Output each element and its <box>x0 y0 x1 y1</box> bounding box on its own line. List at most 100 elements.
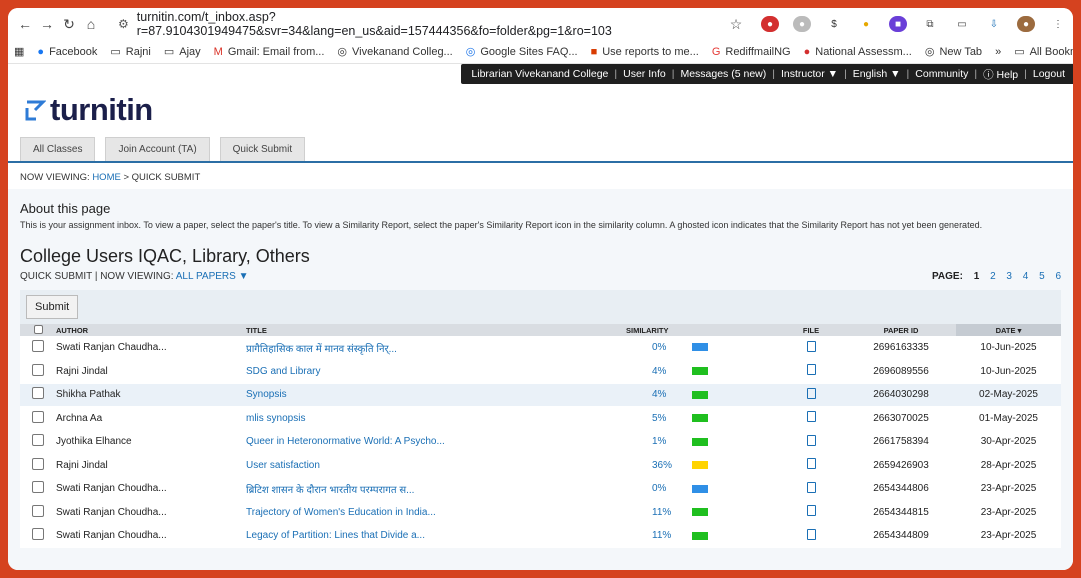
page-link-4[interactable]: 4 <box>1023 271 1029 282</box>
file-icon[interactable] <box>806 434 816 446</box>
similarity-bar[interactable] <box>692 531 708 540</box>
back-icon[interactable]: ← <box>14 16 36 32</box>
bookmark-rajni[interactable]: ▭ Rajni <box>110 45 150 59</box>
col-file[interactable]: FILE <box>776 324 846 336</box>
page-link-3[interactable]: 3 <box>1006 271 1012 282</box>
menu-icon[interactable]: ⋮ <box>1049 16 1067 32</box>
page-link-6[interactable]: 6 <box>1055 271 1061 282</box>
paper-title-link[interactable]: Queer in Heteronormative World: A Psycho… <box>246 436 445 447</box>
bookmark-office[interactable]: ■ Use reports to me... <box>591 46 699 58</box>
bookmark-star-icon[interactable]: ☆ <box>725 16 747 33</box>
similarity-bar[interactable] <box>692 343 708 352</box>
similarity-link[interactable]: 4% <box>652 389 692 400</box>
paper-title-link[interactable]: SDG and Library <box>246 366 320 377</box>
similarity-bar[interactable] <box>692 437 708 446</box>
reload-icon[interactable]: ↻ <box>58 16 80 33</box>
adblock-icon[interactable]: ● <box>761 16 779 32</box>
page-link-2[interactable]: 2 <box>990 271 996 282</box>
row-checkbox[interactable] <box>32 363 44 376</box>
url-field[interactable]: ⚙ turnitin.com/t_inbox.asp?r=87.91043019… <box>118 10 725 38</box>
bookmarks-overflow-icon[interactable]: » <box>995 46 1001 58</box>
all-papers-menu[interactable]: ALL PAPERS ▼ <box>176 271 249 282</box>
paper-title-link[interactable]: ब्रिटिश शासन के दौरान भारतीय परम्परागत स… <box>246 485 414 496</box>
logout-link[interactable]: Logout <box>1033 68 1065 80</box>
bookmark-vivekanand[interactable]: ◎ Vivekanand Colleg... <box>337 45 452 59</box>
paper-title-link[interactable]: Synopsis <box>246 389 287 400</box>
tab-quick-submit[interactable]: Quick Submit <box>219 137 306 161</box>
file-icon[interactable] <box>806 458 816 470</box>
col-author[interactable]: AUTHOR <box>56 324 246 336</box>
bookmark-gmail[interactable]: M Gmail: Email from... <box>214 46 325 58</box>
bulb-icon[interactable]: ● <box>857 16 875 32</box>
bookmark-google-sites[interactable]: ◎ Google Sites FAQ... <box>466 45 578 59</box>
extension-icon[interactable]: ● <box>793 16 811 32</box>
profile-avatar[interactable]: ● <box>1017 16 1035 32</box>
home-icon[interactable]: ⌂ <box>80 16 102 32</box>
similarity-link[interactable]: 0% <box>652 342 692 353</box>
user-info-link[interactable]: User Info <box>623 68 666 80</box>
download-icon[interactable]: ⇩ <box>985 16 1003 32</box>
similarity-link[interactable]: 1% <box>652 436 692 447</box>
similarity-link[interactable]: 0% <box>652 483 692 494</box>
row-checkbox[interactable] <box>32 481 44 494</box>
row-checkbox[interactable] <box>32 340 44 352</box>
col-paper-id[interactable]: PAPER ID <box>846 324 956 336</box>
row-checkbox[interactable] <box>32 528 44 541</box>
extension2-icon[interactable]: $ <box>825 16 843 32</box>
forward-icon[interactable]: → <box>36 16 58 32</box>
messages-link[interactable]: Messages (5 new) <box>680 68 766 80</box>
tab-all-classes[interactable]: All Classes <box>20 137 96 161</box>
col-date[interactable]: DATE ▾ <box>956 324 1061 336</box>
file-icon[interactable] <box>806 340 816 352</box>
file-icon[interactable] <box>806 387 816 399</box>
bookmark-new-tab[interactable]: ◎ New Tab <box>925 45 982 59</box>
page-link-5[interactable]: 5 <box>1039 271 1045 282</box>
file-icon[interactable] <box>806 528 816 540</box>
breadcrumb-home-link[interactable]: HOME <box>92 172 121 183</box>
similarity-link[interactable]: 5% <box>652 413 692 424</box>
file-icon[interactable] <box>806 505 816 517</box>
similarity-link[interactable]: 36% <box>652 460 692 471</box>
paper-title-link[interactable]: Trajectory of Women's Education in India… <box>246 507 436 518</box>
similarity-bar[interactable] <box>692 508 708 517</box>
bookmark-naac[interactable]: ● National Assessm... <box>804 46 912 58</box>
paper-title-link[interactable]: Legacy of Partition: Lines that Divide a… <box>246 530 425 541</box>
row-checkbox[interactable] <box>32 410 44 423</box>
file-icon[interactable] <box>806 364 816 376</box>
puzzle-icon[interactable]: ⧉ <box>921 16 939 32</box>
apps-icon[interactable]: ▦ <box>14 45 24 58</box>
help-link[interactable]: ⓘ Help <box>983 67 1018 82</box>
bookmark-facebook[interactable]: ● Facebook <box>37 46 97 58</box>
submit-button[interactable]: Submit <box>26 295 79 319</box>
paper-title-link[interactable]: User satisfaction <box>246 460 320 471</box>
turnitin-logo[interactable]: turnitin <box>8 84 1073 136</box>
site-settings-icon[interactable]: ⚙ <box>118 17 129 31</box>
all-bookmarks[interactable]: ▭All Bookmarks <box>1014 45 1073 59</box>
file-icon[interactable] <box>806 411 816 423</box>
page-link-1[interactable]: 1 <box>974 271 980 282</box>
similarity-link[interactable]: 11% <box>652 530 692 541</box>
row-checkbox[interactable] <box>32 434 44 447</box>
tab-join-account[interactable]: Join Account (TA) <box>105 137 210 161</box>
paper-title-link[interactable]: प्रागैतिहासिक काल में मानव संस्कृति निर्… <box>246 344 397 355</box>
select-all-checkbox[interactable] <box>33 324 43 334</box>
cast-icon[interactable]: ▭ <box>953 16 971 32</box>
similarity-bar[interactable] <box>692 461 708 470</box>
col-similarity[interactable]: SIMILARITY <box>626 324 776 336</box>
community-link[interactable]: Community <box>915 68 968 80</box>
language-menu[interactable]: English ▼ <box>853 68 901 80</box>
similarity-bar[interactable] <box>692 484 708 493</box>
similarity-link[interactable]: 4% <box>652 366 692 377</box>
row-checkbox[interactable] <box>32 457 44 470</box>
similarity-bar[interactable] <box>692 414 708 423</box>
bookmark-ajay[interactable]: ▭ Ajay <box>164 45 201 59</box>
file-icon[interactable] <box>806 481 816 493</box>
similarity-bar[interactable] <box>692 390 708 399</box>
role-menu[interactable]: Instructor ▼ <box>781 68 838 80</box>
col-title[interactable]: TITLE <box>246 324 626 336</box>
bookmark-rediff[interactable]: G RediffmailNG <box>712 46 791 58</box>
extension3-icon[interactable]: ■ <box>889 16 907 32</box>
paper-title-link[interactable]: mlis synopsis <box>246 413 305 424</box>
row-checkbox[interactable] <box>32 504 44 517</box>
similarity-link[interactable]: 11% <box>652 507 692 518</box>
